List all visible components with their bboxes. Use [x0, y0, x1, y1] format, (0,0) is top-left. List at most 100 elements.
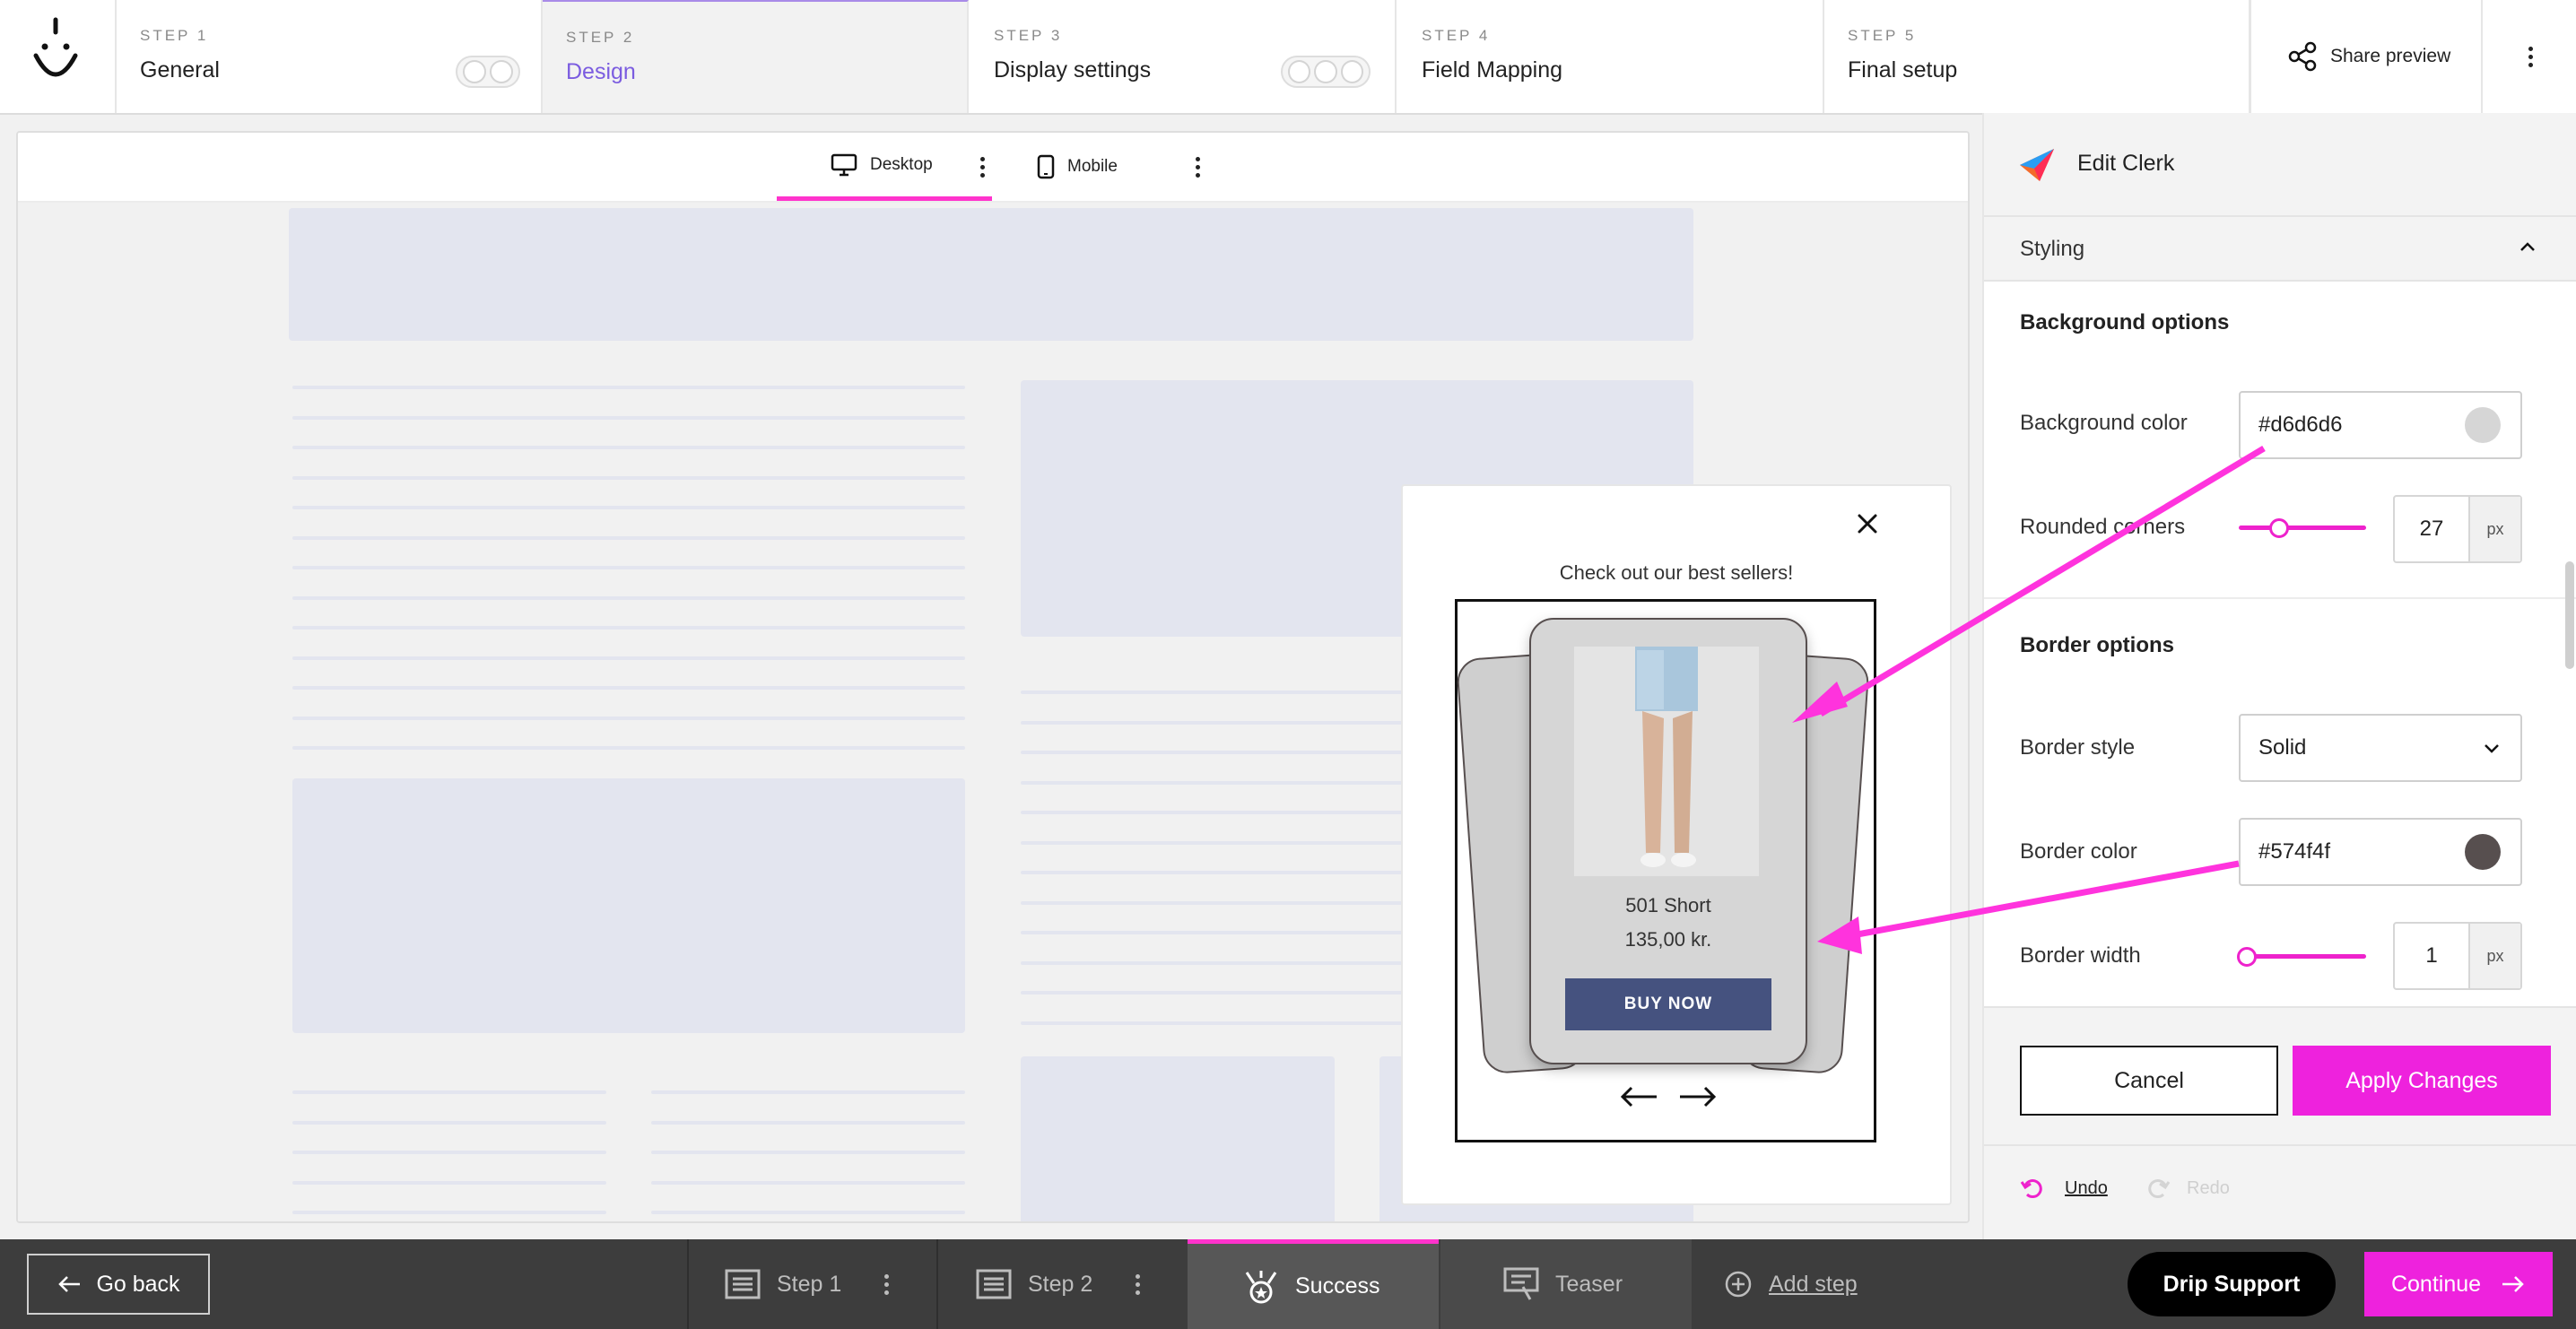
drip-support-button[interactable]: Drip Support [2128, 1252, 2336, 1316]
tab-label: Success [1295, 1273, 1380, 1299]
background-color-value: #d6d6d6 [2258, 413, 2343, 437]
placeholder-banner [289, 208, 1693, 341]
border-width-input[interactable]: 1 px [2393, 922, 2522, 990]
rounded-corners-value: 27 [2419, 517, 2444, 541]
badge-icon [1245, 1270, 1277, 1303]
placeholder-line [651, 1090, 965, 1094]
desktop-icon [831, 153, 857, 176]
border-width-slider[interactable] [2237, 947, 2366, 967]
section-title: Styling [2020, 237, 2085, 261]
tab-teaser[interactable]: Teaser [1440, 1239, 1692, 1329]
add-step-button[interactable]: Add step [1724, 1239, 1858, 1329]
slider-handle[interactable] [2237, 947, 2257, 967]
more-options-button[interactable] [2485, 0, 2576, 113]
tab-label: Step 2 [1028, 1271, 1093, 1297]
product-image [1574, 647, 1759, 876]
placeholder-image-left [292, 778, 965, 1033]
step-number: STEP 2 [566, 29, 635, 46]
carousel-next-icon[interactable] [1678, 1086, 1718, 1108]
unit-label: px [2468, 924, 2520, 988]
continue-label: Continue [2390, 1271, 2482, 1297]
background-color-label: Background color [2020, 411, 2188, 435]
tab-success[interactable]: Success [1188, 1239, 1439, 1329]
page-icon [976, 1269, 1012, 1299]
undo-icon[interactable] [2020, 1175, 2045, 1200]
logo[interactable] [0, 0, 117, 113]
mobile-options-button[interactable] [1184, 133, 1211, 201]
step-status-toggle [1281, 56, 1371, 88]
product-card: 501 Short 135,00 kr. BUY NOW [1529, 618, 1807, 1064]
tab-step-2[interactable]: Step 2 [936, 1239, 1186, 1329]
tab-options-button[interactable] [1136, 1273, 1141, 1295]
clerk-logo-icon [2020, 149, 2054, 181]
bottom-bar: Go back Step 1 Step 2 Success Teaser Add… [0, 1239, 2576, 1329]
step-status-toggle [456, 56, 520, 88]
background-color-field[interactable]: #d6d6d6 [2239, 391, 2522, 459]
plus-circle-icon [1725, 1271, 1752, 1298]
placeholder-line [292, 1120, 606, 1125]
tab-options-button[interactable] [884, 1273, 890, 1295]
step-5-final-setup[interactable]: STEP 5 Final setup [1824, 0, 2250, 113]
product-shorts-image [1635, 647, 1698, 867]
apply-changes-button[interactable]: Apply Changes [2293, 1046, 2551, 1116]
desktop-options-button[interactable] [969, 133, 996, 201]
placeholder-line [292, 595, 965, 600]
go-back-label: Go back [96, 1271, 180, 1297]
placeholder-line [292, 1180, 606, 1185]
product-carousel: 501 Short 135,00 kr. BUY NOW [1455, 599, 1876, 1142]
step-1-general[interactable]: STEP 1 General [117, 0, 543, 113]
go-back-button[interactable]: Go back [27, 1254, 210, 1315]
mobile-icon [1037, 154, 1055, 179]
share-preview-label: Share preview [2330, 46, 2451, 66]
arrow-right-icon [2502, 1276, 2524, 1292]
popup-preview: Check out our best sellers! 501 Short 13… [1401, 484, 1952, 1205]
device-tabs: Desktop Mobile [18, 133, 1968, 203]
placeholder-line [292, 506, 965, 509]
rounded-corners-label: Rounded corners [2020, 515, 2186, 539]
continue-button[interactable]: Continue [2364, 1252, 2553, 1316]
step-4-field-mapping[interactable]: STEP 4 Field Mapping [1398, 0, 1824, 113]
carousel-prev-icon[interactable] [1619, 1086, 1658, 1108]
step-2-design[interactable]: STEP 2 Design [543, 0, 969, 113]
placeholder-line [292, 716, 965, 720]
slider-handle[interactable] [2269, 518, 2289, 538]
placeholder-line [292, 415, 965, 420]
product-name: 501 Short [1625, 894, 1711, 916]
rounded-corners-input[interactable]: 27 px [2393, 495, 2522, 563]
tab-step-1[interactable]: Step 1 [687, 1239, 935, 1329]
placeholder-line [292, 446, 965, 449]
tab-mobile[interactable]: Mobile [1037, 133, 1118, 201]
step-title: Field Mapping [1422, 57, 1563, 83]
share-preview-button[interactable]: Share preview [2250, 0, 2483, 113]
redo-icon[interactable] [2145, 1175, 2171, 1200]
add-step-label: Add step [1769, 1271, 1858, 1297]
product-price: 135,00 kr. [1624, 928, 1712, 951]
background-color-swatch[interactable] [2465, 407, 2501, 443]
panel-scrollbar[interactable] [2565, 561, 2574, 669]
buy-now-button[interactable]: BUY NOW [1565, 978, 1771, 1030]
redo-link[interactable]: Redo [2187, 1178, 2230, 1199]
styling-section-header[interactable]: Styling [1984, 215, 2576, 282]
border-style-value: Solid [2258, 735, 2307, 760]
chevron-down-icon [2485, 744, 2499, 753]
step-number: STEP 4 [1422, 27, 1491, 44]
panel-title: Edit Clerk [2077, 151, 2175, 176]
tab-label: Step 1 [777, 1271, 842, 1297]
tab-desktop[interactable]: Desktop [777, 133, 992, 201]
placeholder-line [292, 386, 965, 389]
step-number: STEP 5 [1848, 27, 1917, 44]
step-3-display-settings[interactable]: STEP 3 Display settings [970, 0, 1397, 113]
popup-heading: Check out our best sellers! [1559, 561, 1794, 584]
step-title: Final setup [1848, 57, 1958, 83]
border-style-select[interactable]: Solid [2239, 714, 2522, 782]
step-title: Design [566, 59, 636, 84]
undo-link[interactable]: Undo [2065, 1178, 2108, 1199]
cancel-button[interactable]: Cancel [2020, 1046, 2278, 1116]
close-icon[interactable] [1855, 511, 1880, 536]
logo-icon [33, 17, 78, 77]
teaser-icon [1503, 1267, 1539, 1300]
border-color-field[interactable]: #574f4f [2239, 818, 2522, 886]
border-color-label: Border color [2020, 839, 2137, 864]
rounded-corners-slider[interactable] [2239, 518, 2366, 538]
border-color-swatch[interactable] [2465, 834, 2501, 870]
